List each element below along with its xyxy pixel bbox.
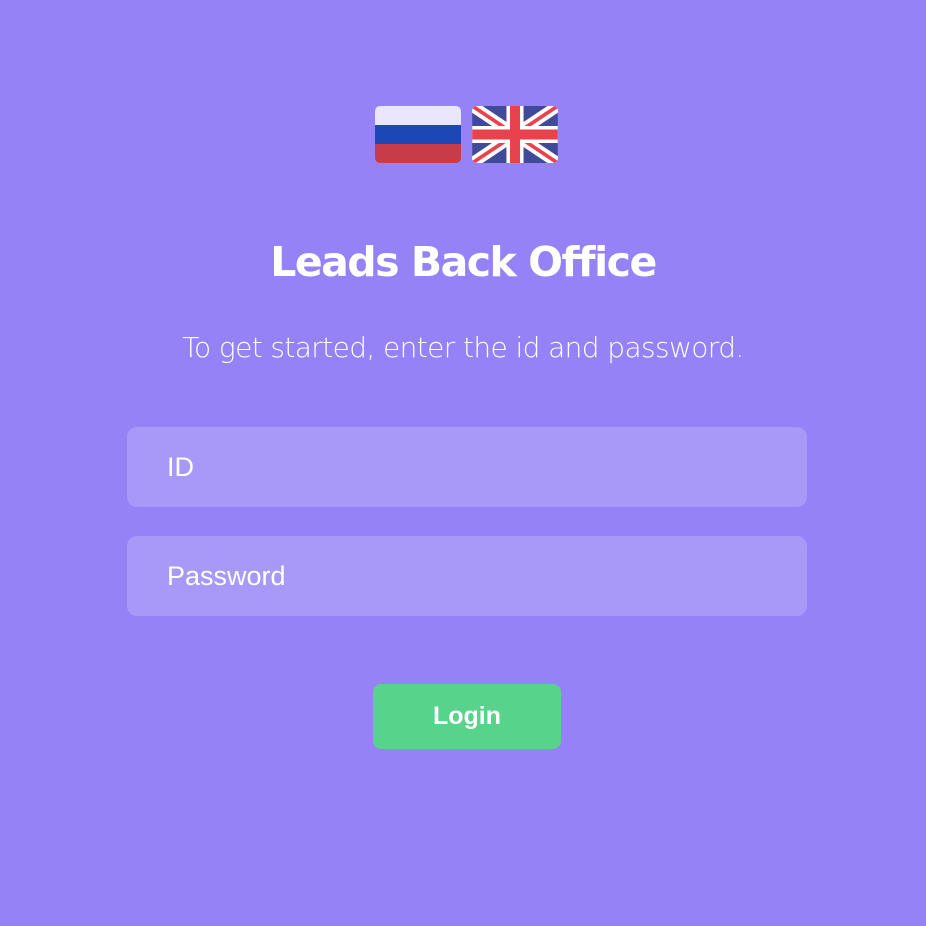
english-language-flag-icon[interactable] xyxy=(472,106,558,163)
password-input[interactable] xyxy=(127,536,807,616)
page-subtitle: To get started, enter the id and passwor… xyxy=(182,331,744,364)
page-title: Leads Back Office xyxy=(270,238,657,286)
login-button[interactable]: Login xyxy=(373,684,561,749)
id-input[interactable] xyxy=(127,427,807,507)
russian-language-flag-icon[interactable] xyxy=(375,106,461,163)
language-switcher xyxy=(375,106,558,163)
